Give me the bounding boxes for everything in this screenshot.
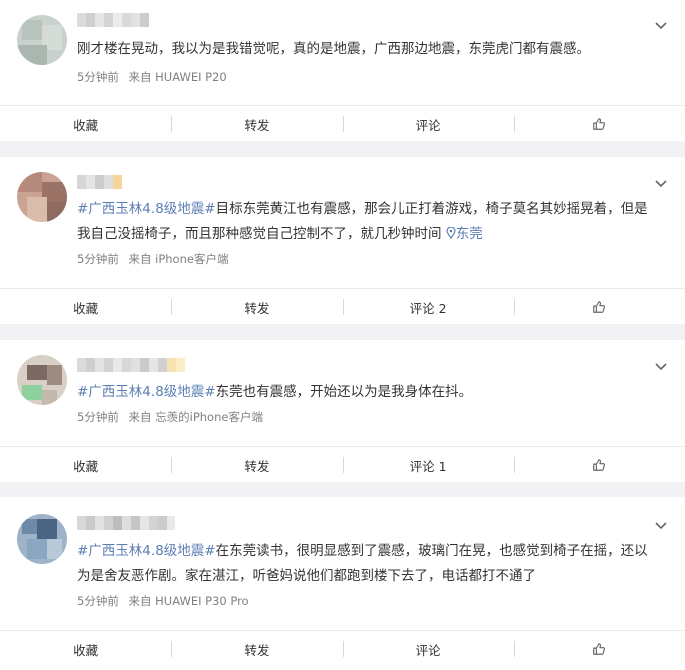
nickname-blurred[interactable] <box>77 13 149 27</box>
repost-label: 转发 <box>244 300 270 316</box>
comment-label: 评论 <box>415 642 441 658</box>
favorite-button[interactable]: 收藏 <box>0 289 171 325</box>
chevron-down-icon[interactable] <box>651 177 671 191</box>
hashtag-link[interactable]: #广西玉林4.8级地震# <box>77 384 216 400</box>
post-source: 来自 iPhone客户端 <box>128 252 229 266</box>
post-source: 来自 忘羡的iPhone客户端 <box>128 410 263 424</box>
chevron-down-icon[interactable] <box>651 360 671 374</box>
post-time[interactable]: 5分钟前 <box>77 70 119 84</box>
post-body: 刚才楼在晃动，我以为是我错觉呢，真的是地震，广西那边地震，东莞虎门都有震感。 <box>77 41 590 57</box>
comment-button[interactable]: 评论 2 <box>342 289 514 325</box>
avatar[interactable] <box>17 514 67 564</box>
post-meta: 5分钟前 来自 忘羡的iPhone客户端 <box>77 409 269 425</box>
chevron-down-icon[interactable] <box>651 19 671 33</box>
post-source: 来自 HUAWEI P20 <box>128 70 227 84</box>
repost-button[interactable]: 转发 <box>171 106 342 142</box>
action-bar: 收藏 转发 评论 1 <box>0 446 685 483</box>
like-button[interactable] <box>513 631 685 667</box>
favorite-label: 收藏 <box>73 458 99 474</box>
favorite-label: 收藏 <box>73 117 99 133</box>
post-text: 刚才楼在晃动，我以为是我错觉呢，真的是地震，广西那边地震，东莞虎门都有震感。 <box>77 37 652 62</box>
favorite-label: 收藏 <box>73 642 99 658</box>
favorite-button[interactable]: 收藏 <box>0 631 171 667</box>
nickname-blurred[interactable] <box>77 358 192 372</box>
comment-label: 评论 2 <box>409 300 447 316</box>
post-time[interactable]: 5分钟前 <box>77 594 119 608</box>
thumbs-up-icon <box>593 459 606 471</box>
comment-label: 评论 <box>415 117 441 133</box>
location-label: 东莞 <box>455 226 483 242</box>
thumbs-up-icon <box>593 301 606 313</box>
thumbs-up-icon <box>593 643 606 655</box>
post-source: 来自 HUAWEI P30 Pro <box>128 594 249 608</box>
post-body: 东莞也有震感，开始还以为是我身体在抖。 <box>215 384 473 400</box>
avatar[interactable] <box>17 172 67 222</box>
hashtag-link[interactable]: #广西玉林4.8级地震# <box>77 543 216 559</box>
comment-button[interactable]: 评论 <box>342 106 514 142</box>
post-meta: 5分钟前 来自 HUAWEI P30 Pro <box>77 593 255 609</box>
avatar[interactable] <box>17 355 67 405</box>
action-bar: 收藏 转发 评论 <box>0 630 685 667</box>
like-button[interactable] <box>513 447 685 483</box>
chevron-down-icon[interactable] <box>651 519 671 533</box>
favorite-label: 收藏 <box>73 300 99 316</box>
location-pin-icon <box>446 226 456 240</box>
comment-label: 评论 1 <box>409 458 447 474</box>
action-bar: 收藏 转发 评论 2 <box>0 288 685 325</box>
repost-button[interactable]: 转发 <box>171 631 342 667</box>
post-text: #广西玉林4.8级地震#目标东莞黄江也有震感，那会儿正打着游戏，椅子莫名其妙摇晃… <box>77 197 652 247</box>
repost-label: 转发 <box>244 458 270 474</box>
like-button[interactable] <box>513 106 685 142</box>
comment-button[interactable]: 评论 <box>342 631 514 667</box>
nickname-blurred[interactable] <box>77 516 175 530</box>
repost-button[interactable]: 转发 <box>171 447 342 483</box>
favorite-button[interactable]: 收藏 <box>0 106 171 142</box>
post-time[interactable]: 5分钟前 <box>77 410 119 424</box>
like-button[interactable] <box>513 289 685 325</box>
location-link[interactable]: 东莞 <box>446 226 483 242</box>
post-card: #广西玉林4.8级地震#东莞也有震感，开始还以为是我身体在抖。 5分钟前 来自 … <box>0 340 685 482</box>
repost-button[interactable]: 转发 <box>171 289 342 325</box>
post-meta: 5分钟前 来自 iPhone客户端 <box>77 251 234 267</box>
nickname-blurred[interactable] <box>77 175 127 189</box>
comment-button[interactable]: 评论 1 <box>342 447 514 483</box>
repost-label: 转发 <box>244 117 270 133</box>
weibo-comment-feed: 刚才楼在晃动，我以为是我错觉呢，真的是地震，广西那边地震，东莞虎门都有震感。 5… <box>0 0 685 670</box>
post-card: #广西玉林4.8级地震#目标东莞黄江也有震感，那会儿正打着游戏，椅子莫名其妙摇晃… <box>0 157 685 324</box>
post-time[interactable]: 5分钟前 <box>77 252 119 266</box>
thumbs-up-icon <box>593 118 606 130</box>
post-meta: 5分钟前 来自 HUAWEI P20 <box>77 69 233 85</box>
repost-label: 转发 <box>244 642 270 658</box>
post-text: #广西玉林4.8级地震#在东莞读书，很明显感到了震感，玻璃门在晃，也感觉到椅子在… <box>77 539 652 589</box>
hashtag-link[interactable]: #广西玉林4.8级地震# <box>77 201 216 217</box>
favorite-button[interactable]: 收藏 <box>0 447 171 483</box>
post-card: 刚才楼在晃动，我以为是我错觉呢，真的是地震，广西那边地震，东莞虎门都有震感。 5… <box>0 0 685 141</box>
post-text: #广西玉林4.8级地震#东莞也有震感，开始还以为是我身体在抖。 <box>77 380 652 405</box>
action-bar: 收藏 转发 评论 <box>0 105 685 142</box>
post-card: #广西玉林4.8级地震#在东莞读书，很明显感到了震感，玻璃门在晃，也感觉到椅子在… <box>0 497 685 670</box>
avatar[interactable] <box>17 15 67 65</box>
